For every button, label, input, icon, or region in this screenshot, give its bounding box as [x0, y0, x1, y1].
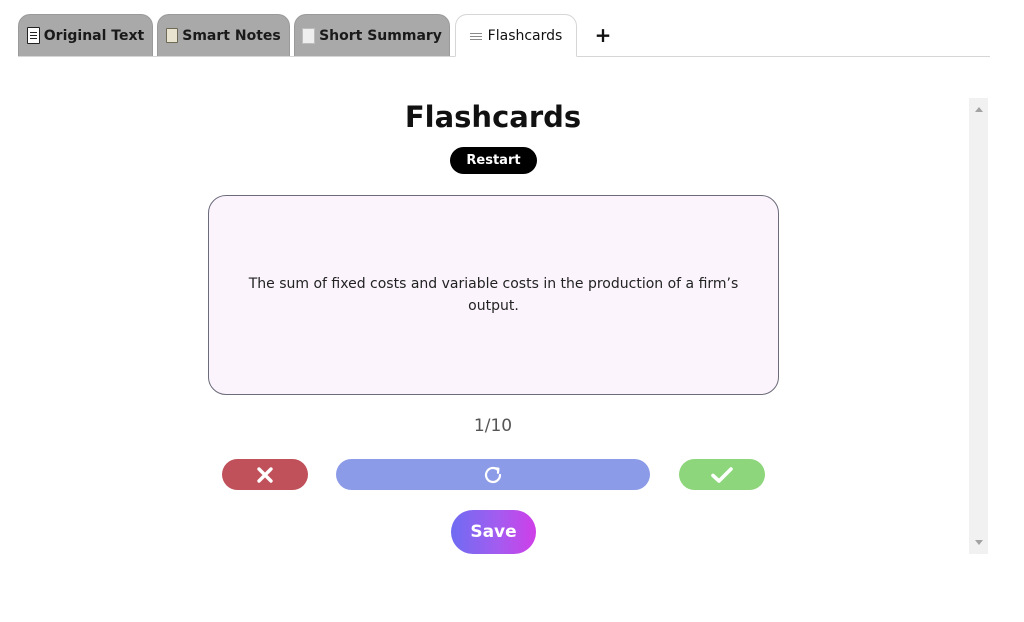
page-icon: [302, 27, 316, 44]
tab-flashcards[interactable]: Flashcards: [455, 14, 577, 57]
vertical-scrollbar[interactable]: [969, 98, 988, 554]
tab-bar: Original Text Smart Notes Short Summary …: [18, 14, 990, 57]
restart-button[interactable]: Restart: [450, 147, 537, 174]
save-button[interactable]: Save: [451, 510, 536, 554]
mark-wrong-button[interactable]: [222, 459, 308, 490]
close-icon: [257, 466, 273, 483]
flip-card-button[interactable]: [336, 459, 650, 490]
card-counter: 1/10: [473, 416, 513, 436]
check-icon: [711, 466, 733, 483]
document-icon: [26, 27, 40, 44]
note-icon: [166, 28, 179, 43]
add-tab-button[interactable]: +: [589, 14, 617, 56]
tab-label: Flashcards: [487, 27, 563, 44]
page-title: Flashcards: [404, 100, 582, 134]
tab-label: Smart Notes: [182, 27, 281, 44]
tab-label: Short Summary: [319, 27, 442, 44]
flashcard[interactable]: The sum of fixed costs and variable cost…: [208, 195, 779, 395]
scroll-down-arrow-icon[interactable]: [975, 540, 983, 545]
cards-icon: [469, 31, 482, 40]
tab-original-text[interactable]: Original Text: [18, 14, 153, 56]
flashcards-page: Original Text Smart Notes Short Summary …: [0, 0, 1024, 622]
tab-label: Original Text: [43, 27, 145, 44]
tab-smart-notes[interactable]: Smart Notes: [157, 14, 290, 56]
tab-short-summary[interactable]: Short Summary: [294, 14, 450, 56]
mark-correct-button[interactable]: [679, 459, 765, 490]
rotate-icon: [484, 466, 502, 483]
flashcard-text: The sum of fixed costs and variable cost…: [248, 276, 739, 314]
